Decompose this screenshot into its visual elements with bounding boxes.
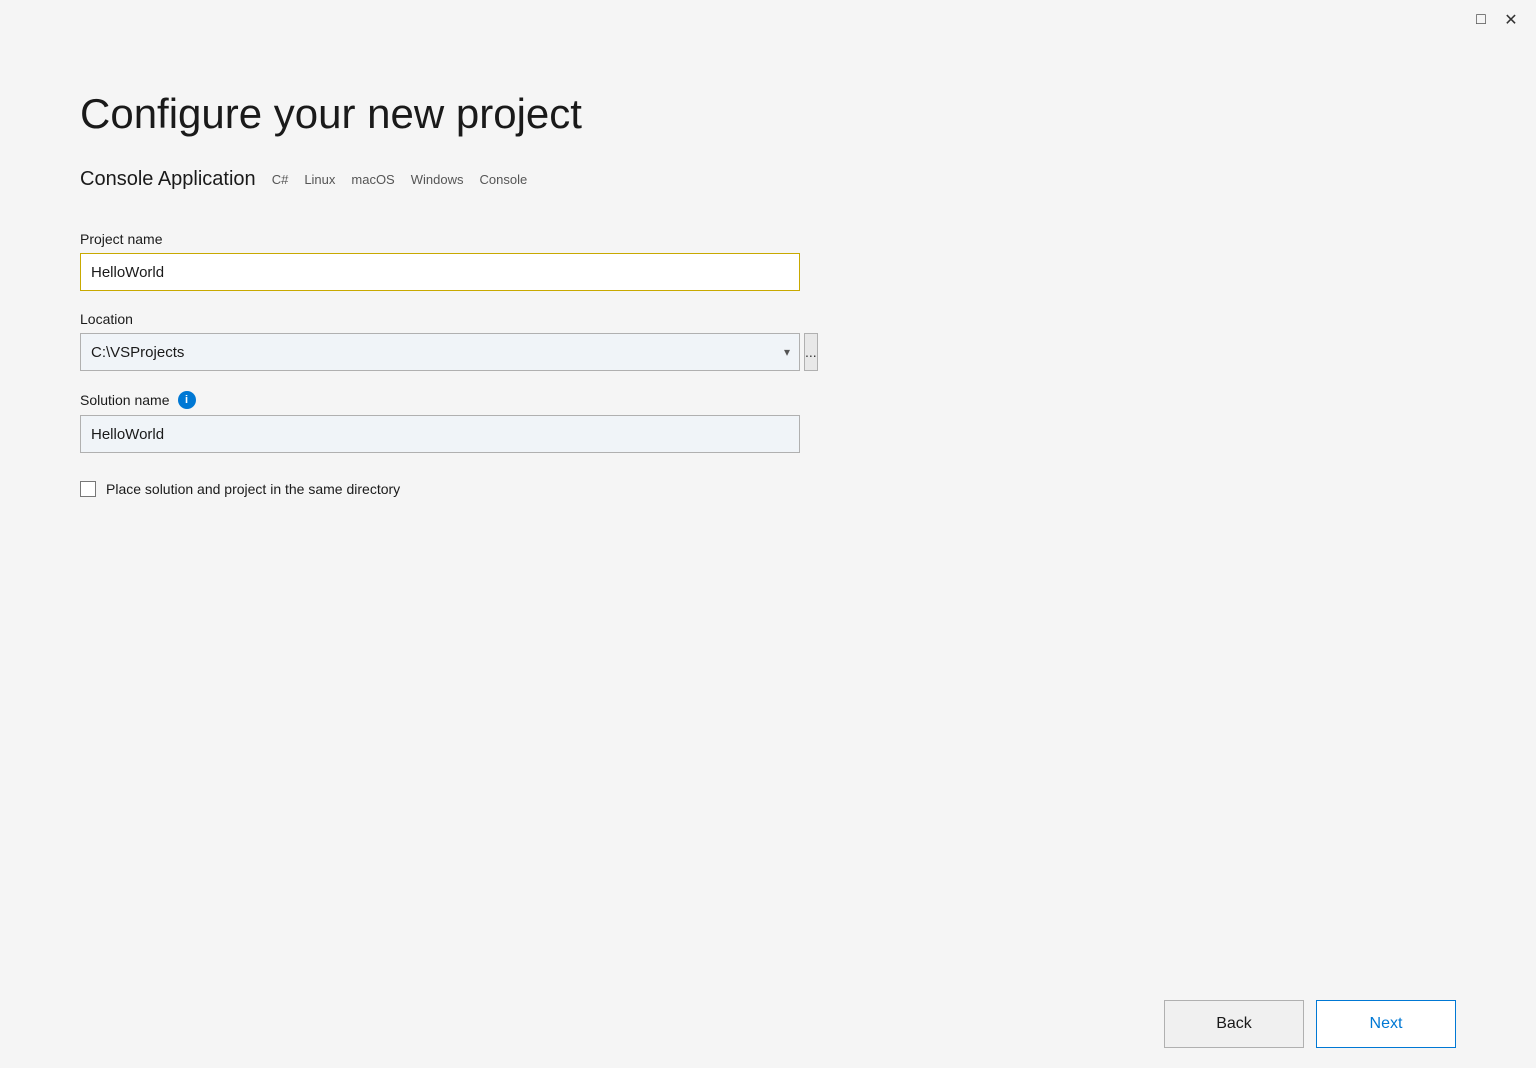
- next-button[interactable]: Next: [1316, 1000, 1456, 1048]
- location-select-wrapper: C:\VSProjects: [80, 333, 800, 371]
- location-group: Location C:\VSProjects ...: [80, 311, 1456, 371]
- tag-windows: Windows: [411, 172, 464, 187]
- page-title: Configure your new project: [80, 90, 1456, 138]
- solution-name-group: Solution name i: [80, 391, 1456, 453]
- solution-name-label: Solution name i: [80, 391, 1456, 409]
- project-type-label: Console Application: [80, 168, 256, 191]
- tag-linux: Linux: [304, 172, 335, 187]
- tag-console: Console: [479, 172, 527, 187]
- title-bar: □ ✕: [0, 0, 1536, 40]
- location-label: Location: [80, 311, 1456, 327]
- back-button[interactable]: Back: [1164, 1000, 1304, 1048]
- footer: Back Next: [0, 980, 1536, 1068]
- tag-macos: macOS: [351, 172, 394, 187]
- tag-csharp: C#: [272, 172, 289, 187]
- project-name-input[interactable]: [80, 253, 800, 291]
- location-select[interactable]: C:\VSProjects: [80, 333, 800, 371]
- form: Project name Location C:\VSProjects ... …: [80, 231, 1456, 497]
- same-directory-row: Place solution and project in the same d…: [80, 481, 1456, 497]
- solution-name-info-icon[interactable]: i: [178, 391, 196, 409]
- main-content: Configure your new project Console Appli…: [0, 40, 1536, 980]
- same-directory-checkbox[interactable]: [80, 481, 96, 497]
- subtitle-row: Console Application C# Linux macOS Windo…: [80, 168, 1456, 191]
- location-row: C:\VSProjects ...: [80, 333, 800, 371]
- maximize-button[interactable]: □: [1472, 11, 1490, 29]
- solution-name-input[interactable]: [80, 415, 800, 453]
- browse-button[interactable]: ...: [804, 333, 818, 371]
- configure-project-window: □ ✕ Configure your new project Console A…: [0, 0, 1536, 1068]
- close-button[interactable]: ✕: [1502, 11, 1520, 29]
- same-directory-label: Place solution and project in the same d…: [106, 481, 400, 497]
- project-name-label: Project name: [80, 231, 1456, 247]
- project-name-group: Project name: [80, 231, 1456, 291]
